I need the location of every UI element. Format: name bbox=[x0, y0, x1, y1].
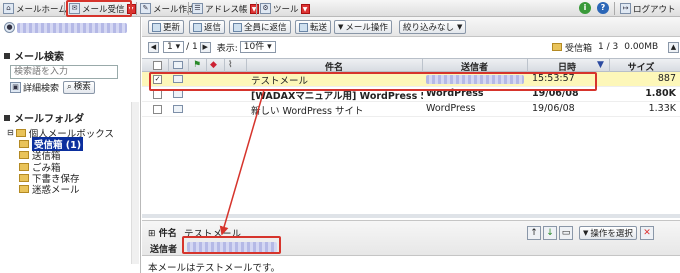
reply-button[interactable]: 返信 bbox=[189, 20, 226, 34]
up-arrow-icon[interactable]: ↑ bbox=[527, 226, 541, 240]
filter-dropdown[interactable]: 絞り込みなし ▼ bbox=[399, 20, 467, 34]
row-date: 19/06/08 bbox=[532, 103, 575, 114]
mail-home-button[interactable]: ⌂ メールホーム bbox=[3, 1, 67, 16]
main-panel: 更新 返信 全員に返信 転送 ▼ メール操作 絞り込みなし ▼ ◀ 1 ▾ / 1 … bbox=[142, 17, 680, 273]
search-icon: ⌕ bbox=[67, 82, 72, 92]
refresh-button[interactable]: 更新 bbox=[148, 20, 185, 34]
advanced-search-icon[interactable]: ▣ bbox=[10, 82, 21, 93]
window-icon[interactable]: ▭ bbox=[559, 226, 573, 240]
user-icon: ● bbox=[4, 22, 15, 33]
attachment-icon[interactable]: ⌇ bbox=[228, 60, 232, 70]
envelope-icon bbox=[173, 90, 183, 98]
expand-icon[interactable]: ⊞ bbox=[148, 229, 156, 239]
draft-icon bbox=[19, 173, 29, 182]
advanced-search-row: ▣ 詳細検索 ⌕ 検索 bbox=[10, 81, 95, 94]
sidebar-scrollbar[interactable] bbox=[131, 102, 139, 264]
account-name-redacted bbox=[17, 22, 127, 33]
address-book-icon: ☰ bbox=[192, 3, 203, 14]
mail-list: ✓ テストメール 15:53:57 887 [WADAXマニュアル用] Word… bbox=[142, 72, 680, 212]
prev-page-icon[interactable]: ◀ bbox=[148, 41, 159, 53]
folder-icon bbox=[15, 128, 26, 137]
subject-label: ⊞ 件名 bbox=[148, 229, 177, 239]
row-size: 887 bbox=[657, 73, 676, 84]
folder-icon bbox=[19, 151, 29, 160]
mail-ops-dropdown[interactable]: ▼ メール操作 bbox=[334, 20, 392, 34]
select-all-checkbox[interactable] bbox=[153, 61, 162, 70]
chevron-down-icon: ▼ bbox=[338, 23, 344, 31]
forward-button[interactable]: 転送 bbox=[295, 20, 332, 34]
advanced-search-link[interactable]: 詳細検索 bbox=[23, 81, 59, 94]
home-icon: ⌂ bbox=[3, 3, 14, 14]
info-icon[interactable]: i bbox=[579, 2, 591, 14]
folder-icon bbox=[552, 43, 562, 51]
left-panel: ● メール検索 ▣ 詳細検索 ⌕ 検索 メールフォルダ ⊟ 個人メールボックス … bbox=[0, 17, 141, 273]
reply-icon bbox=[193, 22, 202, 32]
search-input[interactable] bbox=[10, 65, 118, 79]
mail-list-header: ⚑ ◆ ⌇ 件名 送信者 日時 ▼ サイズ bbox=[142, 58, 680, 73]
user-account: ● bbox=[4, 20, 138, 35]
close-icon[interactable]: ✕ bbox=[640, 226, 654, 240]
ops-select-dropdown[interactable]: ▼ 操作を選択 bbox=[579, 226, 637, 240]
per-page-select[interactable]: 10件 ▾ bbox=[239, 41, 276, 53]
next-page-icon[interactable]: ▶ bbox=[199, 41, 211, 53]
pager-bar: ◀ 1 ▾ / 1 ▶ 表示: 10件 ▾ 受信箱 1 / 3 0.00MB ▲ bbox=[142, 39, 680, 55]
priority-icon[interactable]: ◆ bbox=[210, 60, 217, 70]
trash-icon bbox=[19, 162, 29, 171]
forward-icon bbox=[299, 22, 308, 32]
chevron-down-icon: ▼ bbox=[583, 229, 589, 237]
reply-all-button[interactable]: 全員に返信 bbox=[229, 20, 291, 34]
row-size: 1.80K bbox=[645, 88, 676, 99]
row-sender: WordPress bbox=[426, 103, 476, 114]
sort-desc-icon[interactable]: ▼ bbox=[597, 60, 604, 70]
folder-status: 受信箱 1 / 3 0.00MB bbox=[552, 41, 658, 54]
action-toolbar: 更新 返信 全員に返信 転送 ▼ メール操作 絞り込みなし ▼ bbox=[142, 17, 680, 37]
chevron-down-icon[interactable]: ▼ bbox=[300, 3, 310, 14]
flag-icon[interactable]: ⚑ bbox=[193, 60, 201, 70]
collapse-icon[interactable]: ⊟ bbox=[7, 128, 14, 137]
row-size: 1.33K bbox=[648, 103, 676, 114]
logout-icon: ↦ bbox=[620, 3, 631, 14]
mail-folder-title: メールフォルダ bbox=[4, 110, 84, 125]
help-icon[interactable]: ? bbox=[597, 2, 609, 14]
highlight-box-receive bbox=[66, 0, 132, 17]
search-button[interactable]: ⌕ 検索 bbox=[63, 81, 95, 94]
top-toolbar: ⌂ メールホーム ✉ メール受信 ▼ ✎ メール作成 ☰ アドレス帳 ▼ ⚙ ツ… bbox=[0, 0, 680, 17]
spam-icon bbox=[19, 185, 29, 194]
address-book-button[interactable]: ☰ アドレス帳 ▼ bbox=[192, 1, 259, 16]
row-checkbox[interactable] bbox=[153, 90, 162, 99]
highlight-box-sender bbox=[182, 236, 281, 254]
down-arrow-icon[interactable]: ↓ bbox=[543, 226, 557, 240]
row-subject: 新しい WordPress サイト bbox=[251, 106, 364, 117]
mail-search-title: メール検索 bbox=[4, 48, 64, 63]
sender-label: 送信者 bbox=[150, 245, 178, 255]
folder-tree: ⊟ 個人メールボックス 受信箱 (1) 送信箱 ごみ箱 下書き保存 迷惑メール bbox=[7, 127, 114, 196]
folder-item-spam[interactable]: 迷惑メール bbox=[7, 183, 114, 196]
chevron-down-icon: ▼ bbox=[457, 23, 463, 31]
preview-body: 本メールはテストメールです。 bbox=[148, 263, 281, 273]
reply-all-icon bbox=[233, 22, 242, 32]
row-checkbox[interactable] bbox=[153, 105, 162, 114]
page-select[interactable]: 1 ▾ bbox=[163, 41, 185, 53]
chevron-down-icon[interactable]: ▼ bbox=[249, 3, 259, 14]
mail-compose-icon: ✎ bbox=[140, 3, 151, 14]
tool-button[interactable]: ⚙ ツール ▼ bbox=[260, 1, 310, 16]
refresh-icon bbox=[152, 22, 161, 32]
inbox-icon bbox=[19, 139, 29, 148]
collapse-list-icon[interactable]: ▲ bbox=[668, 41, 679, 53]
highlight-box-row bbox=[149, 72, 597, 91]
tool-icon: ⚙ bbox=[260, 3, 271, 14]
read-status-icon bbox=[173, 61, 183, 69]
pane-splitter[interactable] bbox=[142, 214, 680, 218]
envelope-icon bbox=[173, 105, 183, 113]
table-row[interactable]: 新しい WordPress サイト WordPress 19/06/08 1.3… bbox=[142, 102, 680, 117]
logout-button[interactable]: ↦ ログアウト bbox=[620, 1, 676, 16]
